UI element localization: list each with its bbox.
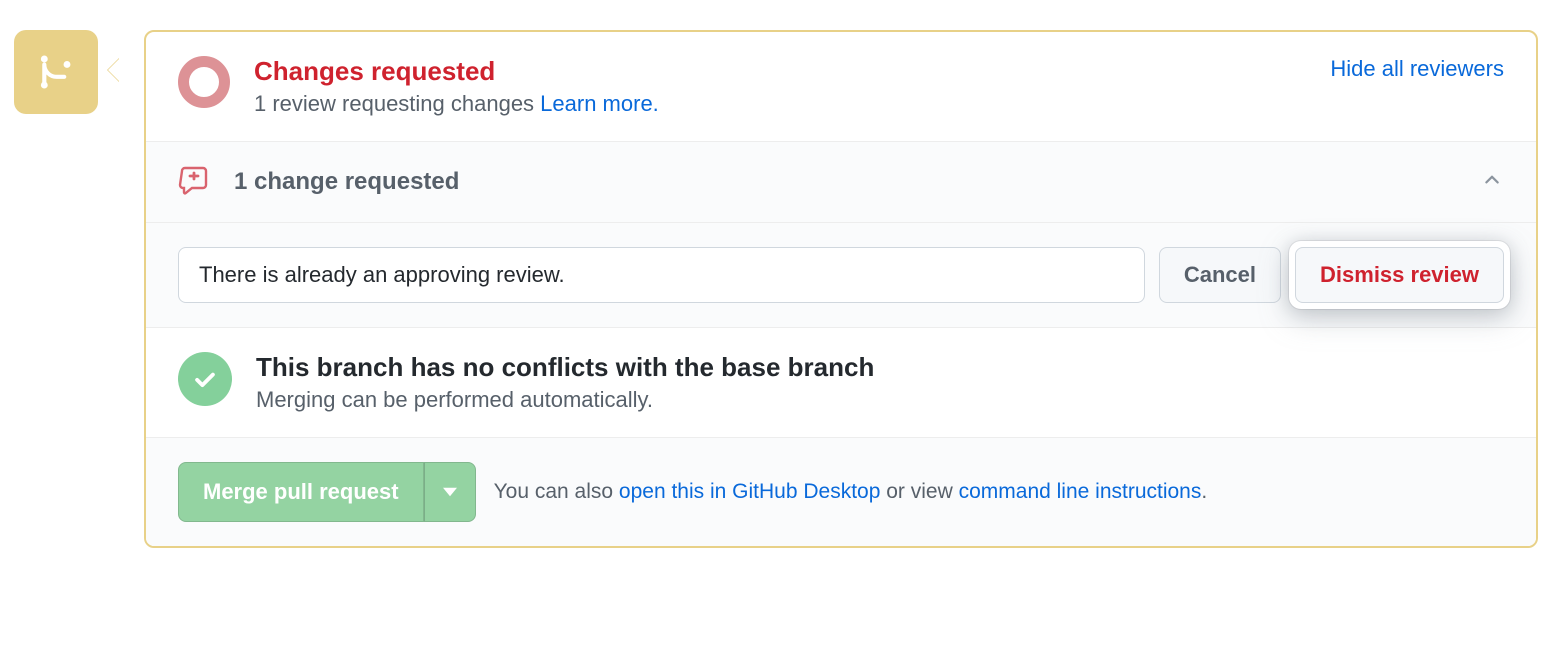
review-status-section: Changes requested 1 review requesting ch…: [146, 32, 1536, 142]
check-icon: [178, 352, 232, 406]
callout-pointer: [108, 58, 120, 82]
changes-requested-icon: [178, 56, 230, 108]
dismiss-review-button[interactable]: Dismiss review: [1295, 247, 1504, 303]
dismiss-reason-input[interactable]: [178, 247, 1145, 303]
merge-conflict-section: This branch has no conflicts with the ba…: [146, 328, 1536, 438]
git-merge-icon: [14, 30, 98, 114]
command-line-instructions-link[interactable]: command line instructions: [959, 480, 1202, 503]
merge-pull-request-button[interactable]: Merge pull request: [178, 462, 424, 522]
merge-action-section: Merge pull request You can also open thi…: [146, 438, 1536, 546]
merge-button-group: Merge pull request: [178, 462, 476, 522]
open-in-desktop-link[interactable]: open this in GitHub Desktop: [619, 480, 880, 503]
merge-status-panel: Changes requested 1 review requesting ch…: [144, 30, 1538, 548]
merge-options-dropdown[interactable]: [424, 462, 476, 522]
no-conflicts-subtitle: Merging can be performed automatically.: [256, 387, 1504, 413]
dismiss-review-highlight: Dismiss review: [1289, 241, 1510, 309]
review-status-title: Changes requested: [254, 56, 1330, 87]
merge-help-prefix: You can also: [494, 480, 619, 503]
learn-more-link[interactable]: Learn more.: [540, 91, 659, 116]
merge-help-suffix: .: [1201, 480, 1207, 503]
change-requested-row[interactable]: 1 change requested: [146, 142, 1536, 223]
merge-status-badge: [14, 30, 98, 114]
review-status-subtitle: 1 review requesting changes Learn more.: [254, 91, 1330, 117]
no-conflicts-title: This branch has no conflicts with the ba…: [256, 352, 1504, 383]
review-status-subtitle-text: 1 review requesting changes: [254, 91, 540, 116]
cancel-button[interactable]: Cancel: [1159, 247, 1281, 303]
caret-down-icon: [443, 487, 457, 497]
file-diff-comment-icon: [178, 166, 210, 198]
chevron-up-icon: [1480, 167, 1504, 197]
changes-requested-count: 1 change requested: [234, 168, 1480, 196]
dismiss-review-section: Cancel Dismiss review: [146, 223, 1536, 328]
merge-help-text: You can also open this in GitHub Desktop…: [494, 480, 1208, 504]
merge-help-middle: or view: [880, 480, 958, 503]
hide-all-reviewers-link[interactable]: Hide all reviewers: [1330, 56, 1504, 81]
